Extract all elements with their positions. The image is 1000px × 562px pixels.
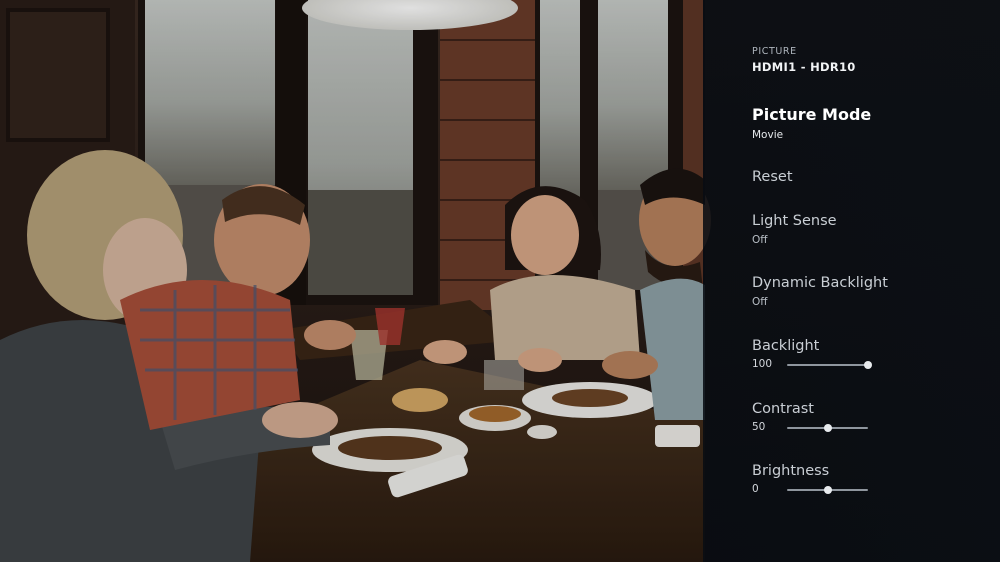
contrast-label: Contrast [752,401,814,417]
backlight-slider[interactable]: 100 [752,358,982,372]
brightness-slider-knob[interactable] [823,486,832,494]
reset-item[interactable]: Reset [752,169,982,185]
contrast-slider-knob[interactable] [823,424,832,432]
picture-mode-value: Movie [752,129,784,141]
brightness-label: Brightness [752,463,830,479]
picture-settings-panel: PICTURE HDMI1 - HDR10 Picture Mode Movie… [703,0,1000,562]
backlight-value: 100 [752,358,773,370]
light-sense-label: Light Sense [752,213,837,229]
backlight-slider-knob[interactable] [864,361,872,369]
section-label: PICTURE [752,46,797,57]
dynamic-backlight-value: Off [752,296,768,308]
picture-mode-item[interactable]: Picture Mode Movie [752,105,982,141]
dynamic-backlight-item[interactable]: Dynamic Backlight Off [752,275,982,308]
brightness-slider-track[interactable] [787,486,868,494]
backlight-label: Backlight [752,338,820,354]
picture-mode-label: Picture Mode [752,105,872,124]
light-sense-value: Off [752,234,768,246]
backlight-item[interactable]: Backlight 100 [752,338,982,372]
input-source-label: HDMI1 - HDR10 [752,60,856,74]
light-sense-item[interactable]: Light Sense Off [752,213,982,246]
dynamic-backlight-label: Dynamic Backlight [752,275,888,291]
brightness-item[interactable]: Brightness 0 [752,463,982,497]
backlight-slider-track[interactable] [787,361,872,369]
contrast-value: 50 [752,421,766,433]
brightness-value: 0 [752,483,759,495]
brightness-slider[interactable]: 0 [752,483,982,497]
contrast-slider[interactable]: 50 [752,421,982,435]
contrast-item[interactable]: Contrast 50 [752,401,982,435]
reset-label: Reset [752,169,793,185]
contrast-slider-track[interactable] [787,424,868,432]
